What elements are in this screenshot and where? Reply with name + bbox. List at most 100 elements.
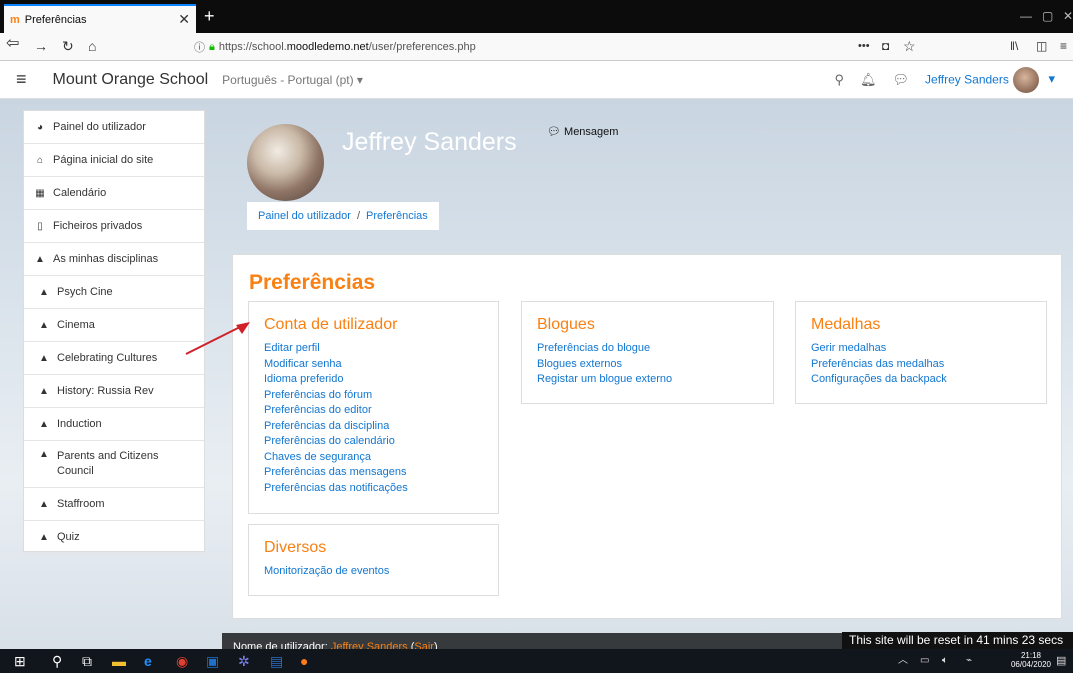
link-preferred-language[interactable]: Idioma preferido [264, 372, 483, 388]
minimize-icon[interactable]: — [1020, 9, 1032, 23]
breadcrumb-separator: / [356, 210, 361, 222]
footer-user-link[interactable]: Jeffrey Sanders [331, 641, 408, 649]
clock-date: 06/04/2020 [1010, 660, 1051, 669]
link-forum-preferences[interactable]: Preferências do fórum [264, 388, 483, 404]
search-icon[interactable]: ⚲ [52, 653, 62, 669]
drawer-item-course[interactable]: ▲ Parents and Citizens Council [24, 441, 204, 488]
link-editor-preferences[interactable]: Preferências do editor [264, 403, 483, 419]
drawer-item-course[interactable]: ▲ Induction [24, 408, 204, 441]
url-path: /user/preferences.php [368, 41, 476, 53]
restore-icon[interactable]: ▢ [1042, 9, 1053, 23]
link-event-monitoring[interactable]: Monitorização de eventos [264, 564, 483, 580]
menu-icon[interactable]: ≡ [1060, 38, 1067, 54]
breadcrumb-preferences[interactable]: Preferências [366, 210, 428, 222]
battery-icon[interactable]: ▭ [920, 653, 929, 669]
windows-start-icon[interactable]: ⊞ [14, 653, 26, 669]
firefox-icon[interactable]: ● [300, 653, 308, 669]
profile-photo[interactable] [247, 124, 324, 201]
drawer-item-private-files[interactable]: ▯ Ficheiros privados [24, 210, 204, 243]
system-clock[interactable]: 21:18 06/04/2020 [1011, 651, 1051, 669]
browser-tab[interactable]: m Preferências ✕ [4, 4, 196, 33]
hamburger-icon[interactable]: ≡ [16, 69, 27, 90]
close-tab-icon[interactable]: ✕ [178, 11, 190, 28]
link-edit-profile[interactable]: Editar perfil [264, 341, 483, 357]
graduation-cap-icon: ▲ [39, 449, 49, 460]
reset-notice: This site will be reset in 41 mins 23 se… [842, 632, 1073, 649]
new-tab-icon[interactable]: + [204, 7, 215, 25]
outlook-icon[interactable]: ▣ [206, 653, 219, 669]
drawer-item-dashboard[interactable]: ◕ Painel do utilizador [24, 111, 204, 144]
breadcrumb: Painel do utilizador / Preferências [247, 202, 439, 230]
link-change-password[interactable]: Modificar senha [264, 357, 483, 373]
task-view-icon[interactable]: ⧉ [82, 653, 92, 669]
pocket-icon[interactable]: ◘ [882, 38, 889, 54]
link-badge-preferences[interactable]: Preferências das medalhas [811, 357, 1031, 373]
section-title: Blogues [537, 316, 595, 333]
notifications-icon[interactable]: ▤ [1056, 653, 1066, 669]
breadcrumb-dashboard[interactable]: Painel do utilizador [258, 210, 351, 222]
library-icon[interactable]: ‖\ [1010, 38, 1018, 54]
volume-icon[interactable]: 🔈︎ [942, 653, 948, 669]
message-link[interactable]: 💬︎ Mensagem [547, 125, 618, 138]
sidebar-icon[interactable]: ◫ [1036, 38, 1047, 54]
link-course-preferences[interactable]: Preferências da disciplina [264, 419, 483, 435]
drawer-item-course[interactable]: ▲ Celebrating Cultures [24, 342, 204, 375]
graduation-cap-icon: ▲ [39, 531, 49, 543]
drawer-item-site-home[interactable]: ⌂ Página inicial do site [24, 144, 204, 177]
back-icon[interactable]: ⇦ [6, 36, 19, 52]
drawer-item-course[interactable]: ▲ History: Russia Rev [24, 375, 204, 408]
site-name[interactable]: Mount Orange School [53, 71, 209, 89]
graduation-cap-icon: ▲ [39, 352, 49, 364]
word-icon[interactable]: ▤ [270, 653, 283, 669]
language-menu[interactable]: Português - Portugal (pt) ▾ [222, 73, 363, 87]
link-calendar-preferences[interactable]: Preferências do calendário [264, 434, 483, 450]
home-icon[interactable]: ⌂ [88, 38, 96, 54]
url-bar[interactable]: ⓘ 🔒︎ https://school. moodledemo.net/user/… [194, 36, 914, 58]
chat-icon[interactable]: 💬︎ [893, 72, 910, 88]
link-backpack-settings[interactable]: Configurações da backpack [811, 372, 1031, 388]
link-message-preferences[interactable]: Preferências das mensagens [264, 465, 483, 481]
section-title: Conta de utilizador [264, 316, 398, 333]
edge-icon[interactable]: e [144, 653, 152, 669]
user-menu[interactable]: Jeffrey Sanders ▾ [925, 67, 1055, 93]
logout-link[interactable]: Sair [414, 641, 434, 649]
chevron-up-icon[interactable]: ︿ [898, 653, 908, 669]
link-external-blogs[interactable]: Blogues externos [537, 357, 758, 373]
annotation-arrow [185, 322, 250, 355]
drawer-item-my-courses[interactable]: ▲ As minhas disciplinas [24, 243, 204, 276]
section-account: Conta de utilizador Editar perfil Modifi… [248, 301, 499, 514]
link-notification-preferences[interactable]: Preferências das notificações [264, 481, 483, 497]
link-security-keys[interactable]: Chaves de segurança [264, 450, 483, 466]
avatar [1012, 67, 1039, 93]
drawer-item-course[interactable]: ▲ Staffroom [24, 488, 204, 521]
drawer-item-course[interactable]: ▲ Quiz [24, 521, 204, 554]
link-blog-preferences[interactable]: Preferências do blogue [537, 341, 758, 357]
profile-header: Jeffrey Sanders 💬︎ Mensagem Painel do ut… [232, 110, 1062, 250]
window-close-icon[interactable]: ✕ [1063, 9, 1073, 23]
section-badges: Medalhas Gerir medalhas Preferências das… [795, 301, 1047, 404]
chrome-icon[interactable]: ◉ [176, 653, 188, 669]
dashboard-icon: ◕ [36, 121, 44, 133]
graduation-cap-icon: ▲ [39, 418, 49, 430]
forward-icon[interactable]: → [34, 38, 48, 54]
link-manage-badges[interactable]: Gerir medalhas [811, 341, 1031, 357]
page-actions-icon[interactable]: ••• [858, 38, 870, 54]
info-icon[interactable]: ⓘ [194, 39, 205, 55]
drawer-item-calendar[interactable]: ▦ Calendário [24, 177, 204, 210]
bookmark-star-icon[interactable]: ☆ [903, 38, 916, 54]
caret-down-icon: ▾ [1048, 71, 1055, 87]
link-register-external-blog[interactable]: Registar um blogue externo [537, 372, 758, 388]
nav-drawer: ◕ Painel do utilizador ⌂ Página inicial do… [23, 110, 205, 554]
search-icon[interactable]: ⚲ [834, 72, 844, 88]
teams-icon[interactable]: ✲ [238, 653, 250, 669]
section-title: Diversos [264, 539, 327, 556]
file-explorer-icon[interactable]: ▬ [112, 653, 126, 669]
page-heading: Jeffrey Sanders [342, 128, 517, 156]
preferences-card: Preferências Conta de utilizador Editar … [232, 254, 1062, 619]
reload-icon[interactable]: ↻ [62, 38, 74, 54]
drawer-item-course[interactable]: ▲ Cinema [24, 309, 204, 342]
network-icon[interactable]: ⌁ [966, 653, 972, 669]
drawer-item-course[interactable]: ▲ Psych Cine [24, 276, 204, 309]
tab-title: Preferências [24, 13, 87, 26]
bell-icon[interactable]: 🔔︎ [860, 72, 877, 88]
